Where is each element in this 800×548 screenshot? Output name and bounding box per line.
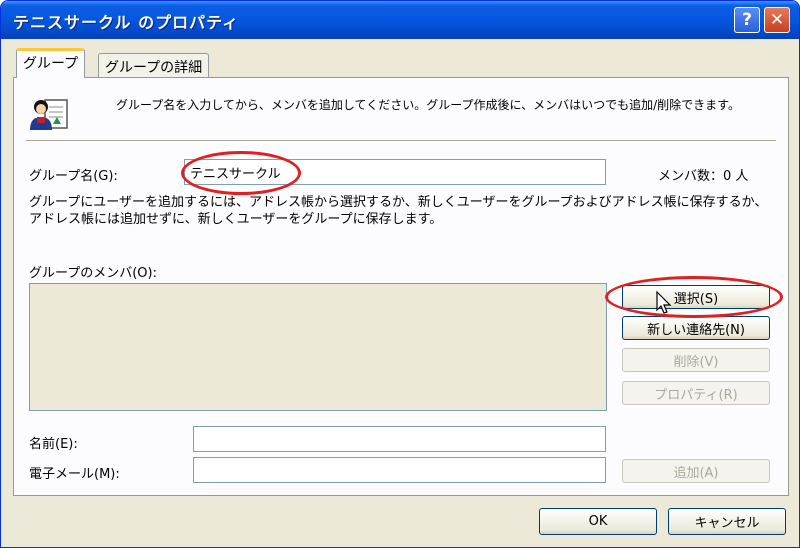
mouse-pointer-icon bbox=[656, 291, 672, 314]
delete-button[interactable]: 削除(V) bbox=[622, 348, 770, 372]
member-count: メンバ数：0 人 bbox=[658, 169, 749, 184]
select-button[interactable]: 選択(S) bbox=[622, 285, 770, 309]
email-label: 電子メール(M): bbox=[29, 467, 120, 482]
intro-text: グループ名を入力してから、メンバを追加してください。グループ作成後に、メンバはい… bbox=[116, 98, 740, 112]
properties-dialog: テニスサークル のプロパティ ? ✕ グループ グループの詳細 グループ名を入力… bbox=[0, 0, 800, 548]
ok-button[interactable]: OK bbox=[539, 508, 657, 535]
contact-group-icon bbox=[30, 99, 68, 130]
email-input[interactable] bbox=[193, 457, 606, 483]
name-input[interactable] bbox=[193, 426, 606, 452]
add-button[interactable]: 追加(A) bbox=[622, 459, 770, 483]
title-bar[interactable]: テニスサークル のプロパティ ? ✕ bbox=[1, 1, 799, 39]
description-text: グループにユーザーを追加するには、アドレス帳から選択するか、新しくユーザーをグル… bbox=[29, 195, 768, 227]
close-button[interactable]: ✕ bbox=[764, 7, 790, 33]
help-button[interactable]: ? bbox=[734, 7, 760, 33]
cancel-button[interactable]: キャンセル bbox=[668, 508, 786, 535]
tab-group-details[interactable]: グループの詳細 bbox=[98, 53, 210, 77]
name-label: 名前(E): bbox=[29, 437, 78, 452]
divider bbox=[26, 140, 776, 141]
tab-group[interactable]: グループ bbox=[16, 48, 86, 78]
close-icon: ✕ bbox=[769, 10, 785, 30]
new-contact-button[interactable]: 新しい連絡先(N) bbox=[622, 316, 770, 340]
group-name-input[interactable]: テニスサークル bbox=[184, 159, 606, 185]
members-list[interactable] bbox=[29, 283, 607, 411]
help-icon: ? bbox=[742, 10, 752, 30]
properties-button[interactable]: プロパティ(R) bbox=[622, 381, 770, 405]
members-label: グループのメンバ(O): bbox=[29, 266, 157, 281]
window-title: テニスサークル のプロパティ bbox=[13, 13, 240, 32]
group-name-label: グループ名(G): bbox=[29, 169, 118, 184]
